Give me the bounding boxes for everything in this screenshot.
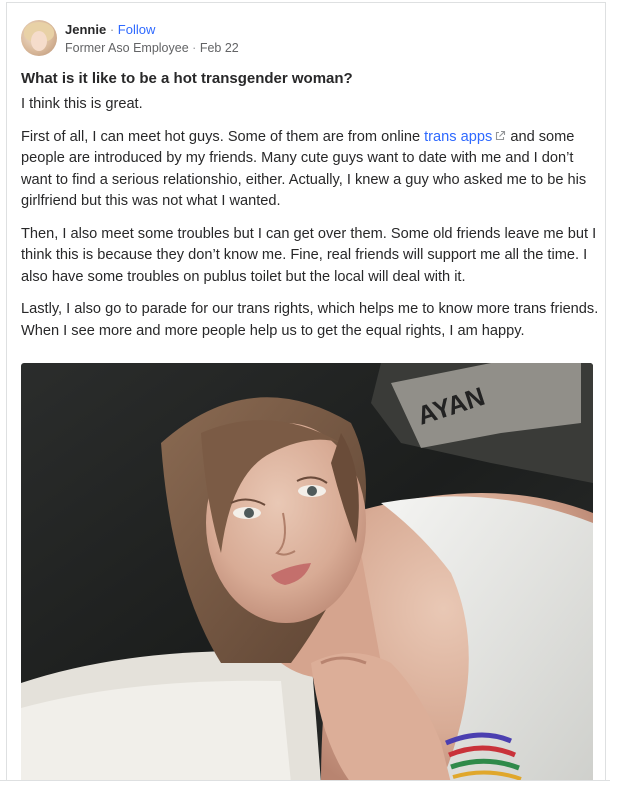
- credential-separator: ·: [192, 41, 197, 55]
- answer-card: Jennie · Follow Former Aso Employee · Fe…: [6, 2, 606, 781]
- avatar-face: [31, 31, 47, 51]
- trans-apps-link-text: trans apps: [424, 128, 493, 145]
- card-bottom-divider: [0, 780, 610, 781]
- external-link-icon: [496, 130, 506, 140]
- question-title[interactable]: What is it like to be a hot transgender …: [21, 68, 591, 90]
- answer-paragraph-1: I think this is great.: [21, 96, 143, 112]
- author-name-line: Jennie · Follow: [65, 21, 365, 38]
- answer-paragraph-2: First of all, I can meet hot guys. Some …: [21, 127, 599, 213]
- p2-text-before: First of all, I can meet hot guys. Some …: [21, 128, 425, 145]
- author-name[interactable]: Jennie: [65, 22, 106, 37]
- name-separator: ·: [109, 22, 115, 37]
- answer-date[interactable]: Feb 22: [200, 41, 239, 55]
- author-credential-line: Former Aso Employee · Feb 22: [65, 39, 365, 57]
- follow-button[interactable]: Follow: [118, 22, 156, 37]
- selfie-photo-illustration: AYAN: [21, 363, 593, 781]
- answer-photo[interactable]: AYAN: [21, 363, 593, 781]
- trans-apps-link[interactable]: trans apps: [424, 129, 506, 145]
- answer-paragraph-3: Then, I also meet some troubles but I ca…: [21, 225, 597, 285]
- author-credential[interactable]: Former Aso Employee: [65, 41, 189, 55]
- author-meta: Jennie · Follow Former Aso Employee · Fe…: [65, 21, 365, 57]
- author-avatar[interactable]: [21, 20, 57, 56]
- answer-paragraph-4: Lastly, I also go to parade for our tran…: [21, 301, 599, 339]
- answer-body: I think this is great. First of all, I c…: [21, 94, 599, 353]
